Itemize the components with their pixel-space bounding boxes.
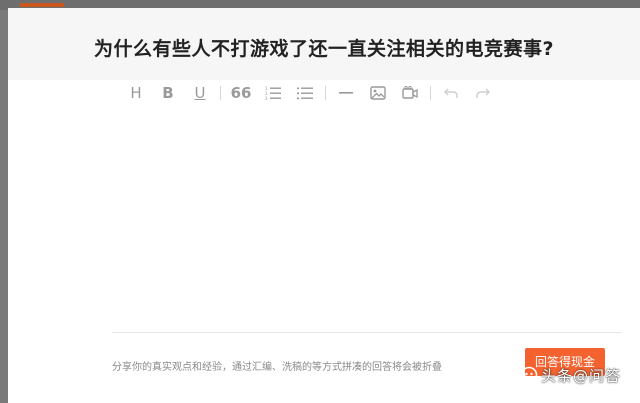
question-title: 为什么有些人不打游戏了还一直关注相关的电竞赛事? xyxy=(93,38,555,60)
undo-icon xyxy=(443,88,458,98)
quote-icon: 66 xyxy=(230,84,252,102)
video-icon xyxy=(402,86,418,99)
underline-icon: U xyxy=(194,84,206,102)
heading-button[interactable]: H xyxy=(120,79,152,107)
redo-button[interactable] xyxy=(467,79,499,107)
redo-icon xyxy=(476,88,491,98)
bold-icon: B xyxy=(162,84,174,102)
answer-guideline-hint: 分享你的真实观点和经验，通过汇编、洗稿的等方式拼凑的回答将会被折叠 xyxy=(112,362,442,373)
underline-button[interactable]: U xyxy=(184,79,216,107)
unordered-list-button[interactable] xyxy=(289,79,321,107)
insert-video-button[interactable] xyxy=(394,79,426,107)
toolbar-separator xyxy=(325,86,326,100)
wenda-logo-icon xyxy=(520,366,538,384)
watermark-text: 头条@问答 xyxy=(541,366,622,385)
horizontal-rule-button[interactable] xyxy=(330,79,362,107)
ordered-list-button[interactable]: 1 2 3 xyxy=(257,79,289,107)
dialog-header: 为什么有些人不打游戏了还一直关注相关的电竞赛事? xyxy=(8,8,640,80)
screenshot-stage: 为什么有些人不打游戏了还一直关注相关的电竞赛事? H B U 66 1 2 3 xyxy=(0,0,640,403)
footer-divider xyxy=(112,332,622,333)
undo-button[interactable] xyxy=(435,79,467,107)
insert-image-button[interactable] xyxy=(362,79,394,107)
image-icon xyxy=(370,86,386,100)
svg-text:3: 3 xyxy=(265,96,268,100)
horizontal-rule-icon xyxy=(339,92,353,94)
quote-button[interactable]: 66 xyxy=(225,79,257,107)
answer-editor-area[interactable] xyxy=(112,112,622,330)
toutiao-wenda-watermark: 头条@问答 xyxy=(520,364,621,386)
toolbar-separator xyxy=(220,86,221,100)
background-page-accent xyxy=(20,3,64,7)
unordered-list-icon xyxy=(297,87,313,100)
ordered-list-icon: 1 2 3 xyxy=(265,86,281,100)
bold-button[interactable]: B xyxy=(152,79,184,107)
toolbar-separator xyxy=(430,86,431,100)
heading-icon: H xyxy=(130,84,142,102)
editor-toolbar: H B U 66 1 2 3 xyxy=(120,77,499,109)
